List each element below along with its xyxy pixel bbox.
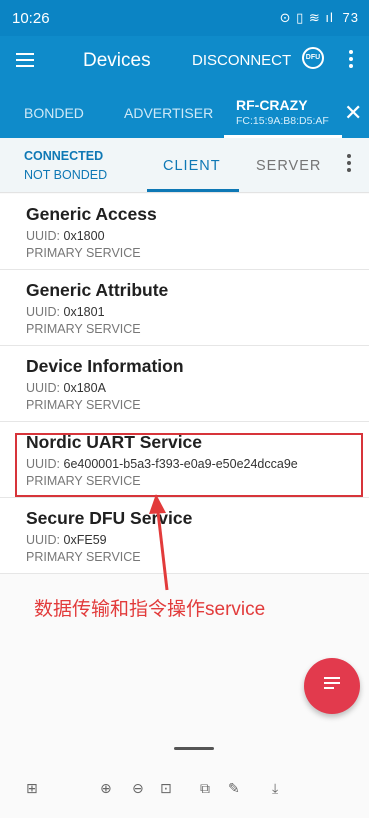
zoom-in-icon[interactable]: ⊕ xyxy=(100,780,112,797)
rotate-icon[interactable]: ⧉ xyxy=(200,780,210,797)
annotation-text: 数据传输和指令操作service xyxy=(34,599,266,620)
fab-button[interactable] xyxy=(304,658,360,714)
edit-icon[interactable]: ✎ xyxy=(228,780,240,797)
grid-icon[interactable]: ⊞ xyxy=(26,780,38,797)
zoom-out-icon[interactable]: ⊖ xyxy=(132,780,144,797)
bottom-toolbar: ⊞ ⊕ ⊖ ⊡ ⧉ ✎ ⤓ xyxy=(0,780,369,818)
home-indicator xyxy=(174,747,214,750)
list-icon xyxy=(324,677,340,693)
download-icon[interactable]: ⤓ xyxy=(272,780,278,797)
fit-icon[interactable]: ⊡ xyxy=(160,780,172,797)
